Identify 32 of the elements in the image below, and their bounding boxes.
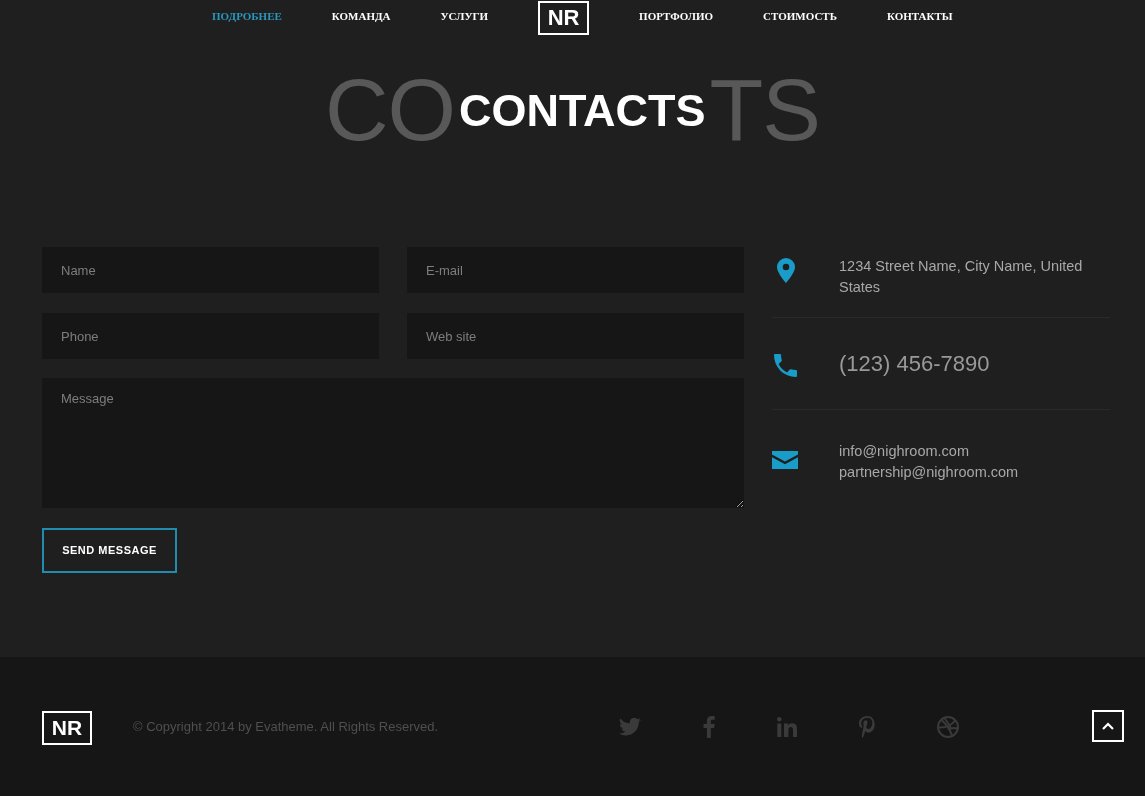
- map-pin-icon: [777, 258, 795, 283]
- copyright-text: © Copyright 2014 by Evatheme. All Rights Reserved.: [133, 717, 440, 736]
- nav-link[interactable]: КОНТАКТЫ: [886, 11, 953, 22]
- input-field[interactable]: Name: [42, 247, 379, 293]
- address-text: 1234 Street Name, City Name, United States: [839, 257, 1084, 297]
- twitter-icon[interactable]: [619, 716, 641, 737]
- scroll-to-top-button[interactable]: [1092, 709, 1124, 742]
- pinterest-icon[interactable]: [859, 715, 875, 738]
- nav-link[interactable]: СТОИМОСТЬ: [763, 11, 837, 22]
- nav-link[interactable]: ПОРТФОЛИО: [639, 11, 714, 22]
- nav-link[interactable]: УСЛУГИ: [440, 11, 489, 22]
- logo[interactable]: NR: [538, 1, 590, 35]
- message-field[interactable]: Message: [42, 378, 744, 508]
- linkedin-icon[interactable]: [777, 716, 797, 737]
- email-link[interactable]: info@nighroom.com: [839, 441, 1019, 462]
- envelope-icon: [772, 451, 798, 469]
- send-message-button[interactable]: SEND MESSAGE: [42, 528, 177, 573]
- chevron-up-icon: [1102, 721, 1114, 730]
- facebook-icon[interactable]: [703, 715, 715, 738]
- input-field[interactable]: E-mail: [407, 247, 744, 293]
- nav-link[interactable]: КОМАНДА: [331, 11, 391, 22]
- phone-number: (123) 456-7890: [839, 349, 990, 378]
- email-link[interactable]: partnership@nighroom.com: [839, 462, 1019, 483]
- dribbble-icon[interactable]: [937, 715, 959, 738]
- section-title: CONTACTS: [458, 87, 706, 133]
- background-title: TS: [709, 66, 821, 154]
- input-field[interactable]: Phone: [42, 313, 379, 359]
- nav-link[interactable]: ПОДРОБНЕЕ: [212, 11, 282, 22]
- background-title: CO: [324, 66, 455, 154]
- phone-icon: [774, 353, 797, 377]
- footer-logo[interactable]: NR: [42, 710, 92, 745]
- input-field[interactable]: Web site: [407, 313, 744, 359]
